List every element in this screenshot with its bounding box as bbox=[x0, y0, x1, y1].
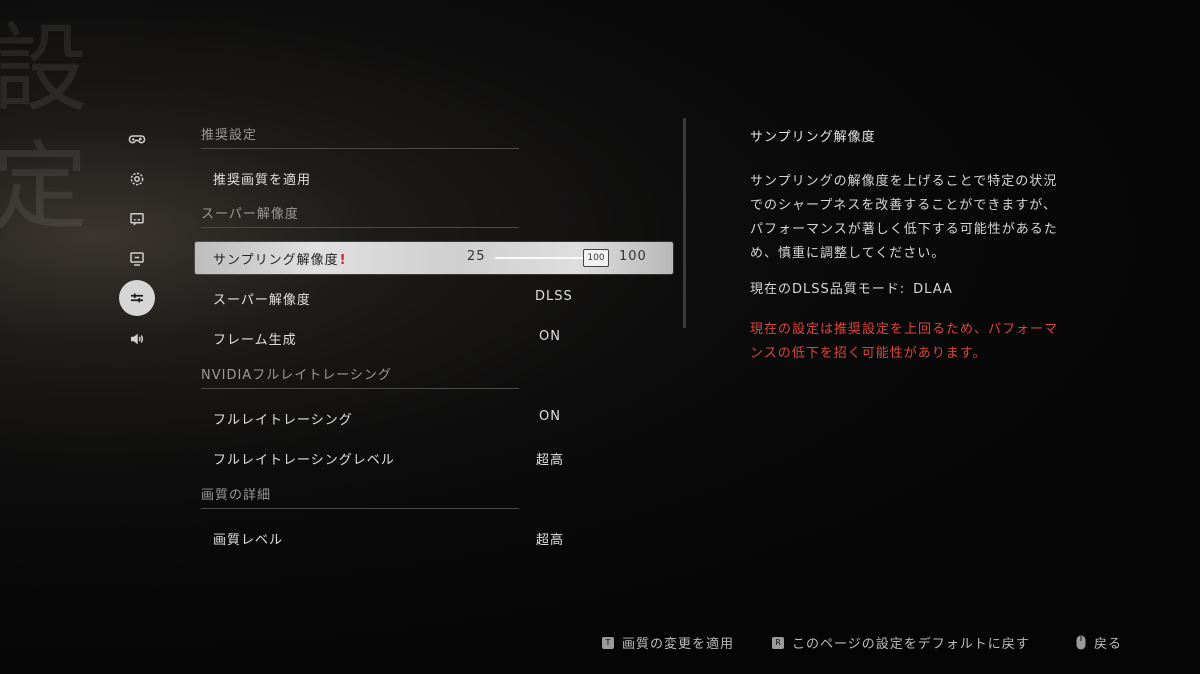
hint-apply-changes[interactable]: T 画質の変更を適用 bbox=[602, 633, 734, 652]
hint-label: 戻る bbox=[1094, 637, 1123, 652]
category-audio[interactable] bbox=[118, 320, 156, 358]
setting-label-text: サンプリング解像度 bbox=[213, 253, 339, 268]
setting-row-frame-generation[interactable]: フレーム生成 ON bbox=[195, 322, 673, 354]
hint-back[interactable]: 戻る bbox=[1076, 633, 1122, 652]
hint-reset-defaults[interactable]: R このページの設定をデフォルトに戻す bbox=[772, 633, 1030, 652]
setting-value: DLSS bbox=[535, 289, 573, 304]
slider-max-label: 100 bbox=[619, 249, 647, 264]
gear-icon bbox=[130, 172, 144, 186]
setting-row-quality-level[interactable]: 画質レベル 超高 bbox=[195, 522, 673, 554]
mouse-icon bbox=[1076, 635, 1086, 650]
setting-label: サンプリング解像度! bbox=[213, 249, 347, 268]
subtitles-icon bbox=[130, 213, 144, 226]
category-graphics[interactable] bbox=[119, 280, 155, 316]
setting-label: フルレイトレーシングレベル bbox=[213, 453, 395, 468]
category-general[interactable] bbox=[118, 160, 156, 198]
list-scrollbar[interactable] bbox=[683, 118, 686, 328]
sliders-icon bbox=[131, 293, 143, 303]
slider-thumb[interactable]: 100 bbox=[583, 249, 609, 267]
setting-value: ON bbox=[539, 409, 561, 424]
setting-value: 超高 bbox=[535, 533, 564, 548]
setting-label: 画質レベル bbox=[213, 533, 284, 548]
setting-label: フレーム生成 bbox=[213, 333, 297, 348]
detail-warning: 現在の設定は推奨設定を上回るため、パフォーマンスの低下を招く可能性があります。 bbox=[750, 322, 1059, 361]
setting-value: ON bbox=[539, 329, 561, 344]
gamepad-icon bbox=[128, 135, 146, 144]
setting-row-ray-tracing-level[interactable]: フルレイトレーシングレベル 超高 bbox=[195, 442, 673, 474]
dlss-mode-label: 現在のDLSS品質モード: bbox=[750, 282, 906, 297]
background-glyph: 定 bbox=[0, 131, 88, 243]
setting-value: 超高 bbox=[535, 453, 564, 468]
detail-panel: サンプリング解像度 サンプリングの解像度を上げることで特定の状況でのシャープネス… bbox=[750, 126, 1060, 361]
speaker-icon bbox=[131, 333, 144, 345]
setting-row-apply-recommended[interactable]: 推奨画質を適用 bbox=[195, 162, 673, 194]
sampling-resolution-slider[interactable] bbox=[495, 257, 587, 259]
detail-dlss-mode: 現在のDLSS品質モード: DLAA bbox=[750, 278, 953, 297]
footer-hints: T 画質の変更を適用 R このページの設定をデフォルトに戻す 戻る bbox=[0, 633, 1200, 653]
hint-label: 画質の変更を適用 bbox=[622, 637, 735, 652]
category-display[interactable] bbox=[118, 240, 156, 278]
hint-label: このページの設定をデフォルトに戻す bbox=[792, 637, 1030, 652]
category-controls[interactable] bbox=[118, 120, 156, 158]
key-r-icon: R bbox=[772, 636, 784, 649]
monitor-icon bbox=[130, 252, 144, 266]
section-header-quality-details: 画質の詳細 bbox=[201, 484, 519, 509]
background-glyph: 設 bbox=[0, 13, 88, 125]
section-header-recommended: 推奨設定 bbox=[201, 124, 519, 149]
warning-mark: ! bbox=[339, 253, 347, 268]
setting-label: フルレイトレーシング bbox=[213, 413, 353, 428]
category-subtitles[interactable] bbox=[118, 200, 156, 238]
setting-row-super-resolution[interactable]: スーパー解像度 DLSS bbox=[195, 282, 673, 314]
setting-label: 推奨画質を適用 bbox=[213, 173, 312, 188]
slider-min-label: 25 bbox=[467, 249, 486, 264]
setting-row-sampling-resolution[interactable]: サンプリング解像度! 25 100 100 bbox=[195, 242, 673, 274]
setting-row-full-ray-tracing[interactable]: フルレイトレーシング ON bbox=[195, 402, 673, 434]
section-header-super-resolution: スーパー解像度 bbox=[201, 203, 519, 228]
background-calligraphy: 設 定 bbox=[0, 10, 112, 246]
detail-title: サンプリング解像度 bbox=[750, 130, 876, 145]
section-header-ray-tracing: NVIDIAフルレイトレーシング bbox=[201, 364, 519, 389]
detail-description: サンプリングの解像度を上げることで特定の状況でのシャープネスを改善することができ… bbox=[750, 174, 1058, 261]
setting-label: スーパー解像度 bbox=[213, 293, 311, 308]
key-t-icon: T bbox=[602, 636, 614, 649]
dlss-mode-value: DLAA bbox=[913, 282, 953, 297]
